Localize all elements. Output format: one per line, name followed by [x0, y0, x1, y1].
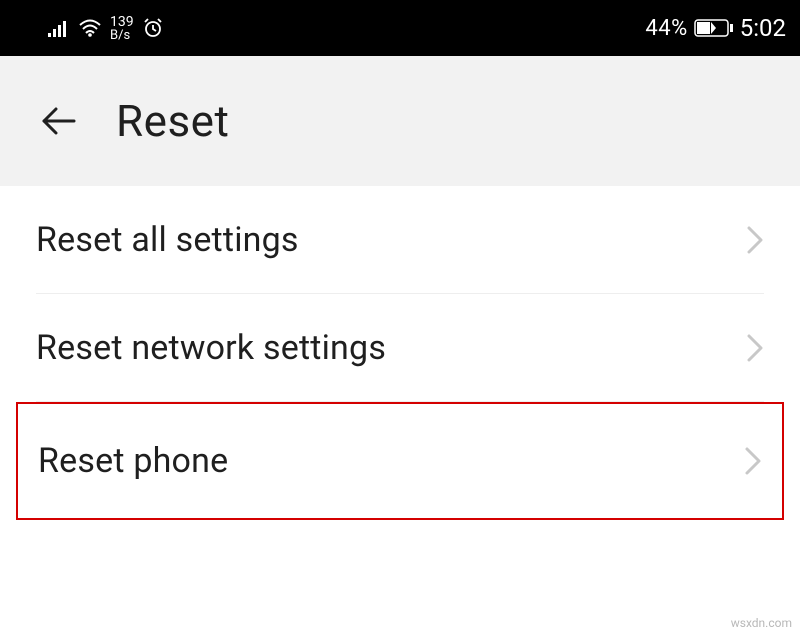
- alarm-icon: [142, 17, 164, 39]
- watermark: wsxdn.com: [731, 616, 792, 630]
- battery-percent: 44%: [645, 16, 687, 41]
- clock: 5:02: [740, 14, 786, 42]
- reset-all-settings-item[interactable]: Reset all settings: [36, 186, 764, 294]
- page-title: Reset: [116, 95, 229, 147]
- netspeed-indicator: 139 B/s: [110, 15, 134, 42]
- status-bar: 139 B/s 44% 5:02: [0, 0, 800, 56]
- item-label: Reset network settings: [36, 328, 386, 368]
- item-label: Reset phone: [38, 441, 228, 481]
- netspeed-unit: B/s: [110, 29, 130, 42]
- header: Reset: [0, 56, 800, 186]
- battery-icon: [694, 18, 734, 38]
- status-right: 44% 5:02: [645, 14, 786, 42]
- back-button[interactable]: [36, 99, 80, 143]
- reset-phone-item[interactable]: Reset phone: [16, 402, 784, 520]
- arrow-left-icon: [38, 101, 78, 141]
- chevron-right-icon: [744, 446, 762, 476]
- status-left: 139 B/s: [48, 15, 164, 42]
- netspeed-value: 139: [110, 15, 134, 29]
- reset-network-settings-item[interactable]: Reset network settings: [36, 294, 764, 402]
- wifi-icon: [78, 19, 102, 37]
- item-label: Reset all settings: [36, 220, 299, 260]
- settings-list: Reset all settings Reset network setting…: [0, 186, 800, 520]
- chevron-right-icon: [746, 333, 764, 363]
- chevron-right-icon: [746, 225, 764, 255]
- signal-icon: [48, 19, 70, 37]
